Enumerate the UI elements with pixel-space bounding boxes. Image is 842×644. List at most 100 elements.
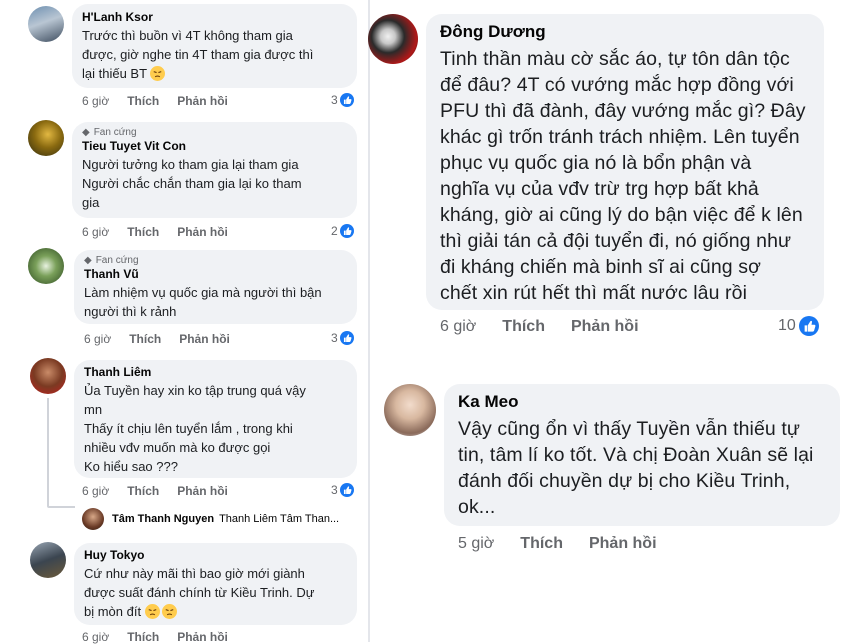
fan-badge-label: Fan cứng [93,127,137,138]
reply-preview[interactable]: Tâm Thanh Nguyen Thanh Liêm Tâm Than... [82,508,362,530]
reaction-number: 3 [331,483,338,497]
comment-author[interactable]: H'Lanh Ksor [82,10,347,24]
comment-text-line: Ủa Tuyền hay xin ko tập trung quá vậy [84,383,306,398]
comment-actions: 6 giờ Thích Phản hồi [82,225,228,239]
comment-author[interactable]: Đông Dương [440,22,810,42]
reaction-number: 3 [331,331,338,345]
comment-time[interactable]: 6 giờ [84,332,111,346]
comment-bubble: Đông Dương Tinh thần màu cờ sắc áo, tự t… [426,14,824,310]
comment-text-line: chết xin rút hết thì mất nước lâu rồi [440,282,748,304]
comment-text-line: gia [82,195,100,210]
comment-bubble: H'Lanh Ksor Trước thì buồn vì 4T không t… [72,4,357,88]
comment-text-line: để đâu? 4T có vướng mắc hợp đồng với [440,74,794,96]
like-button[interactable]: Thích [127,484,159,498]
comment-text-line: lại thiếu BT [82,64,347,83]
comment-text-line: Trước thì buồn vì 4T không tham gia [82,28,293,43]
reply-thread-line [47,398,49,506]
comment-text-line: Tinh thần màu cờ sắc áo, tự tôn dân tộc [440,48,790,70]
like-button[interactable]: Thích [127,94,159,108]
diamond-icon: ◆ [82,127,90,138]
comment-actions: 6 giờ Thích Phản hồi [84,332,230,346]
comment-time[interactable]: 6 giờ [440,318,476,336]
comment-text-line: mn [84,402,103,417]
comment-actions: 6 giờ Thích Phản hồi [82,94,228,108]
avatar[interactable] [28,248,64,284]
comment-bubble: ◆ Fan cứng Thanh Vũ Làm nhiệm vụ quốc gia… [74,250,357,324]
comment-text-line: tin, tâm lí ko tốt. Và chị Đoàn Xuân sẽ … [458,444,814,466]
reply-button[interactable]: Phản hồi [177,484,228,498]
comment-author[interactable]: Thanh Liêm [84,365,347,379]
comment-bubble: Ka Meo Vậy cũng ổn vì thấy Tuyền vẫn thi… [444,384,840,526]
avatar[interactable] [384,384,436,436]
comment-author[interactable]: Tieu Tuyet Vit Con [82,139,347,153]
thumbs-up-icon [339,483,354,497]
comment-text-line: Cứ như này mãi thì bao giờ mới giành [84,566,305,581]
comment-time[interactable]: 6 giờ [82,225,109,239]
reply-button[interactable]: Phản hồi [177,225,228,239]
thumbs-up-icon [339,331,354,345]
comment-text-line: Người tưởng ko tham gia lại tham gia [82,157,299,172]
comment-time[interactable]: 6 giờ [82,484,109,498]
like-button[interactable]: Thích [129,332,161,346]
reply-snippet: Thanh Liêm Tâm Than... [219,513,340,525]
reaction-count[interactable]: 10 [778,316,819,336]
reaction-count[interactable]: 3 [331,331,354,345]
avatar[interactable] [30,542,66,578]
pensive-face-icon [150,66,166,81]
comment-text-line: Ko hiểu sao ??? [84,459,178,474]
reaction-number: 10 [778,317,796,334]
diamond-icon: ◆ [84,255,92,266]
thumbs-up-icon [339,224,354,238]
comment-time[interactable]: 5 giờ [458,535,494,553]
comment-text-line: bị mòn đít [84,602,347,621]
avatar [82,508,104,530]
reaction-number: 3 [331,93,338,107]
avatar[interactable] [28,6,64,42]
comment-text-line: nghĩa vụ của vđv trừ trg hợp bất khả [440,178,759,200]
comment-text-line: được, giờ nghe tin 4T tham gia được thì [82,47,314,62]
comment-bubble: ◆ Fan cứng Tieu Tuyet Vit Con Người tưởng… [72,122,357,218]
comment-bubble: Huy Tokyo Cứ như này mãi thì bao giờ mới… [74,543,357,625]
like-button[interactable]: Thích [127,225,159,239]
reply-button[interactable]: Phản hồi [589,535,657,553]
comment-author[interactable]: Ka Meo [458,392,826,412]
avatar[interactable] [368,14,418,64]
reply-button[interactable]: Phản hồi [179,332,230,346]
fan-badge: ◆ Fan cứng [82,127,347,138]
avatar[interactable] [30,358,66,394]
thumbs-up-icon [339,93,354,107]
column-divider [368,0,370,642]
pensive-face-icon [144,604,160,619]
comment-time[interactable]: 6 giờ [82,94,109,108]
pensive-face-icon [161,604,177,619]
comment-text-line: đánh đối chuyền dự bị cho Kiều Trinh, [458,470,791,492]
comment-text-line: nhiều vđv muốn mà ko được gọi [84,440,271,455]
comment-text-line: Làm nhiệm vụ quốc gia mà người thì bận [84,285,322,300]
comment-text-line: ok... [458,496,496,518]
comment-bubble: Thanh Liêm Ủa Tuyền hay xin ko tập trung… [74,360,357,478]
reply-button[interactable]: Phản hồi [177,94,228,108]
comment-text-line: kháng, giờ ai cũng lý do bận việc để k l… [440,204,803,226]
comment-text-line: đi kháng chiến mà binh sĩ ai cũng sợ [440,256,761,278]
comment-text-line: thì giải tán cả đội tuyển đi, nó giống n… [440,230,792,252]
reaction-number: 2 [331,224,338,238]
reply-button[interactable]: Phản hồi [571,318,639,336]
comment-actions: 6 giờ Thích Phản hồi [82,484,228,498]
thumbs-up-icon [798,316,819,336]
like-button[interactable]: Thích [520,535,563,553]
reply-author: Tâm Thanh Nguyen [112,513,215,525]
reaction-count[interactable]: 3 [331,483,354,497]
fan-badge-label: Fan cứng [95,255,139,266]
comment-text-line: khác gì trốn tránh trách nhiệm. Lên tuyể… [440,126,800,148]
comment-text-line: Vậy cũng ổn vì thấy Tuyền vẫn thiếu tự [458,418,801,440]
comment-actions: 5 giờ Thích Phản hồi [458,535,657,553]
avatar[interactable] [28,120,64,156]
reaction-count[interactable]: 2 [331,224,354,238]
comment-text-line: được suất đánh chính từ Kiều Trinh. Dự [84,585,315,600]
comment-text-line: người thì k rảnh [84,304,177,319]
comment-author[interactable]: Huy Tokyo [84,548,347,562]
reaction-count[interactable]: 3 [331,93,354,107]
comment-author[interactable]: Thanh Vũ [84,267,347,281]
comment-text-line: phục vụ quốc gia nó là bổn phận và [440,152,752,174]
like-button[interactable]: Thích [502,318,545,336]
